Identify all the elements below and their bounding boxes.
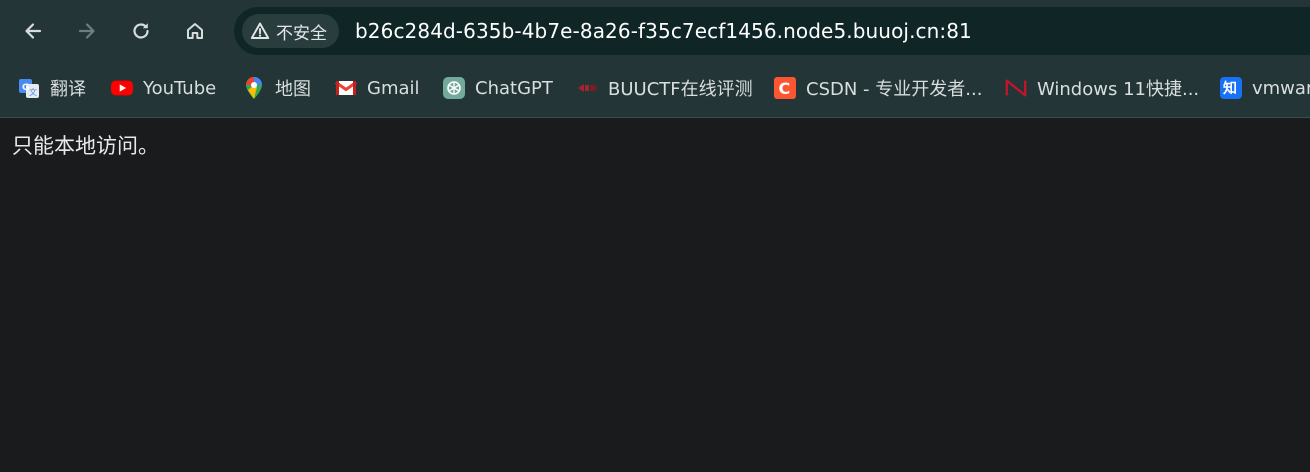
security-label: 不安全 bbox=[276, 23, 327, 44]
youtube-icon bbox=[111, 77, 133, 99]
home-icon bbox=[187, 23, 203, 39]
bookmark-label: vmware bbox=[1252, 77, 1310, 99]
google-maps-icon bbox=[243, 77, 265, 99]
arrow-right-icon bbox=[78, 23, 95, 39]
address-bar[interactable]: 不安全 b26c284d-635b-4b7e-8a26-f35c7ecf1456… bbox=[234, 7, 1310, 55]
n-logo-icon bbox=[1005, 77, 1027, 99]
buuctf-icon bbox=[576, 77, 598, 99]
page-content: 只能本地访问。 bbox=[0, 118, 1310, 472]
bookmark-gmail[interactable]: Gmail bbox=[335, 73, 420, 103]
zhihu-icon: 知 bbox=[1220, 77, 1242, 99]
google-translate-icon: G 文 bbox=[18, 77, 40, 99]
bookmark-csdn[interactable]: C CSDN - 专业开发者... bbox=[774, 73, 982, 103]
bookmark-youtube[interactable]: YouTube bbox=[111, 73, 216, 103]
svg-text:文: 文 bbox=[29, 87, 37, 97]
bookmark-buuctf[interactable]: BUUCTF在线评测 bbox=[576, 73, 753, 103]
url-text[interactable]: b26c284d-635b-4b7e-8a26-f35c7ecf1456.nod… bbox=[355, 18, 972, 44]
bookmark-translate[interactable]: G 文 翻译 bbox=[18, 73, 86, 103]
bookmark-label: Gmail bbox=[367, 77, 420, 99]
svg-text:C: C bbox=[779, 79, 791, 98]
arrow-left-icon bbox=[25, 23, 42, 39]
bookmark-maps[interactable]: 地图 bbox=[243, 73, 311, 103]
gmail-icon bbox=[335, 77, 357, 99]
back-button[interactable] bbox=[13, 11, 53, 51]
svg-text:知: 知 bbox=[1223, 80, 1237, 97]
bookmark-label: 地图 bbox=[275, 79, 311, 100]
reload-button[interactable] bbox=[121, 11, 161, 51]
forward-button[interactable] bbox=[67, 11, 107, 51]
home-button[interactable] bbox=[175, 11, 215, 51]
bookmarks-bar: G 文 翻译 YouTube 地图 Gmail ChatGPT BUUCTF在线… bbox=[0, 68, 1310, 106]
bookmark-chatgpt[interactable]: ChatGPT bbox=[443, 73, 553, 103]
bookmark-label: Windows 11快捷... bbox=[1037, 79, 1200, 100]
reload-icon bbox=[133, 23, 149, 39]
bookmark-label: ChatGPT bbox=[475, 77, 553, 99]
page-message: 只能本地访问。 bbox=[12, 134, 159, 158]
chatgpt-icon bbox=[443, 77, 465, 99]
browser-toolbar: 不安全 b26c284d-635b-4b7e-8a26-f35c7ecf1456… bbox=[0, 0, 1310, 62]
bookmark-vmware[interactable]: 知 vmware bbox=[1220, 73, 1310, 103]
security-indicator[interactable]: 不安全 bbox=[242, 14, 339, 48]
csdn-icon: C bbox=[774, 77, 796, 99]
warning-triangle-icon bbox=[250, 22, 270, 39]
bookmark-label: YouTube bbox=[143, 77, 217, 99]
browser-chrome: 不安全 b26c284d-635b-4b7e-8a26-f35c7ecf1456… bbox=[0, 0, 1310, 118]
bookmark-label: 翻译 bbox=[50, 79, 86, 100]
bookmark-label: CSDN - 专业开发者... bbox=[806, 79, 983, 100]
bookmark-windows11[interactable]: Windows 11快捷... bbox=[1005, 73, 1199, 103]
bookmark-label: BUUCTF在线评测 bbox=[608, 79, 753, 100]
